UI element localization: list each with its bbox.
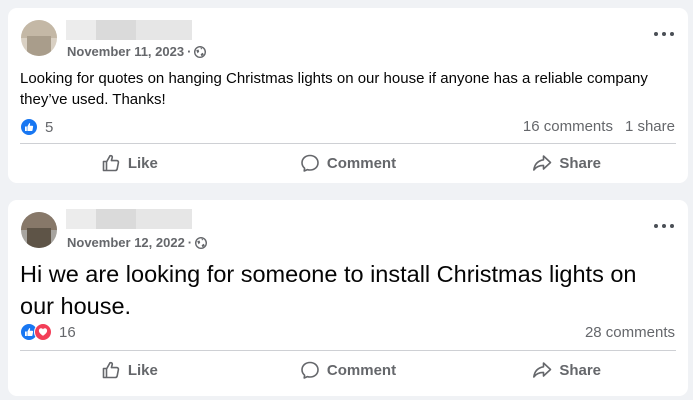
- reactions-summary[interactable]: 16: [20, 323, 76, 341]
- post-text: Looking for quotes on hanging Christmas …: [20, 70, 648, 108]
- like-button[interactable]: Like: [20, 145, 239, 181]
- globe-icon[interactable]: [195, 236, 208, 249]
- post-meta: November 12, 2022 ·: [67, 235, 208, 250]
- like-label: Like: [127, 154, 158, 172]
- love-reaction-icon: [34, 323, 52, 341]
- post-date[interactable]: November 12, 2022: [67, 235, 185, 250]
- like-reaction-icon: [20, 118, 38, 136]
- more-options-icon[interactable]: [654, 28, 674, 40]
- share-button[interactable]: Share: [457, 352, 676, 388]
- post-date[interactable]: November 11, 2023: [67, 44, 184, 59]
- post-text: Hi we are looking for someone to install…: [20, 261, 637, 319]
- more-options-icon[interactable]: [654, 220, 674, 232]
- share-label: Share: [559, 361, 602, 379]
- meta-separator: ·: [187, 235, 193, 250]
- avatar[interactable]: [21, 212, 57, 248]
- reactions-summary[interactable]: 5: [20, 118, 53, 136]
- comment-bubble-icon: [301, 361, 319, 379]
- comment-label: Comment: [326, 361, 397, 379]
- globe-icon[interactable]: [194, 45, 207, 58]
- avatar[interactable]: [21, 20, 57, 56]
- shares-count[interactable]: 1 share: [625, 118, 675, 135]
- share-arrow-icon: [533, 362, 552, 378]
- comment-button[interactable]: Comment: [239, 352, 458, 388]
- share-button[interactable]: Share: [457, 145, 676, 181]
- engagement-counts: 28 comments: [585, 324, 675, 341]
- comments-count[interactable]: 28 comments: [585, 324, 675, 341]
- comment-label: Comment: [326, 154, 397, 172]
- post-meta: November 11, 2023 ·: [67, 44, 207, 59]
- reaction-count: 5: [45, 118, 54, 136]
- thumbs-up-icon: [102, 361, 120, 379]
- meta-separator: ·: [187, 44, 192, 59]
- author-name-redacted[interactable]: [66, 20, 192, 40]
- thumbs-up-icon: [102, 154, 120, 172]
- share-label: Share: [559, 154, 602, 172]
- post-card: November 11, 2023 · Looking for quotes o…: [8, 8, 688, 183]
- reaction-count: 16: [59, 323, 76, 341]
- comment-bubble-icon: [301, 154, 319, 172]
- divider: [20, 143, 676, 144]
- engagement-counts: 16 comments 1 share: [523, 118, 675, 135]
- divider: [20, 350, 676, 351]
- post-actions: Like Comment Share: [20, 145, 676, 181]
- post-actions: Like Comment Share: [20, 352, 676, 388]
- like-button[interactable]: Like: [20, 352, 239, 388]
- comments-count[interactable]: 16 comments: [523, 118, 613, 135]
- like-label: Like: [127, 361, 158, 379]
- author-name-redacted[interactable]: [66, 209, 192, 229]
- comment-button[interactable]: Comment: [239, 145, 458, 181]
- share-arrow-icon: [533, 155, 552, 171]
- post-card: November 12, 2022 · Hi we are looking fo…: [8, 200, 688, 396]
